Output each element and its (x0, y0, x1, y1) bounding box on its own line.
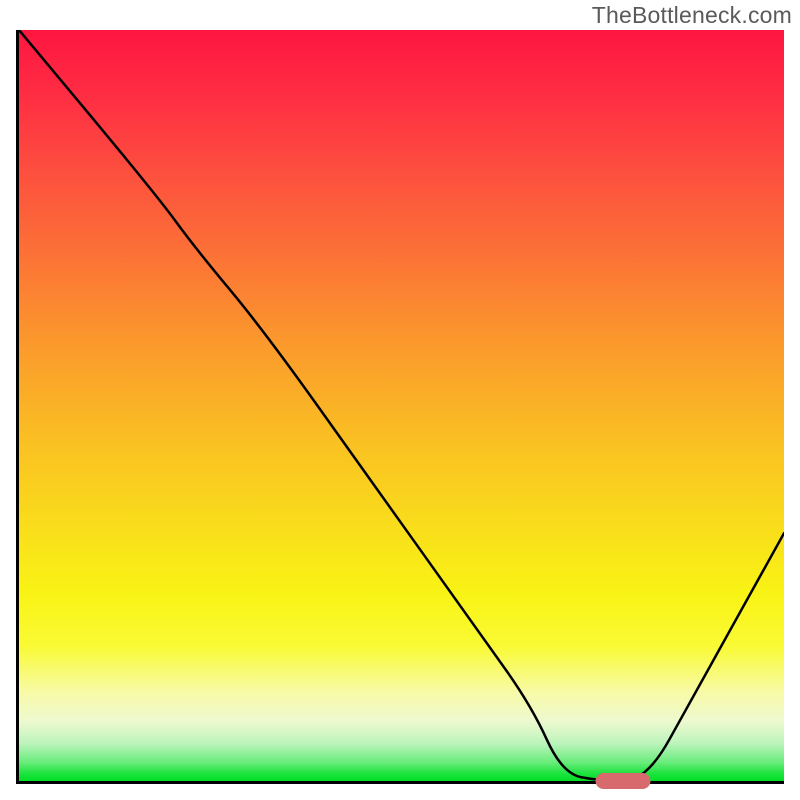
chart-frame (16, 30, 784, 784)
watermark-text: TheBottleneck.com (592, 2, 792, 29)
chart-gradient-background (19, 30, 784, 781)
optimal-marker (596, 773, 651, 789)
